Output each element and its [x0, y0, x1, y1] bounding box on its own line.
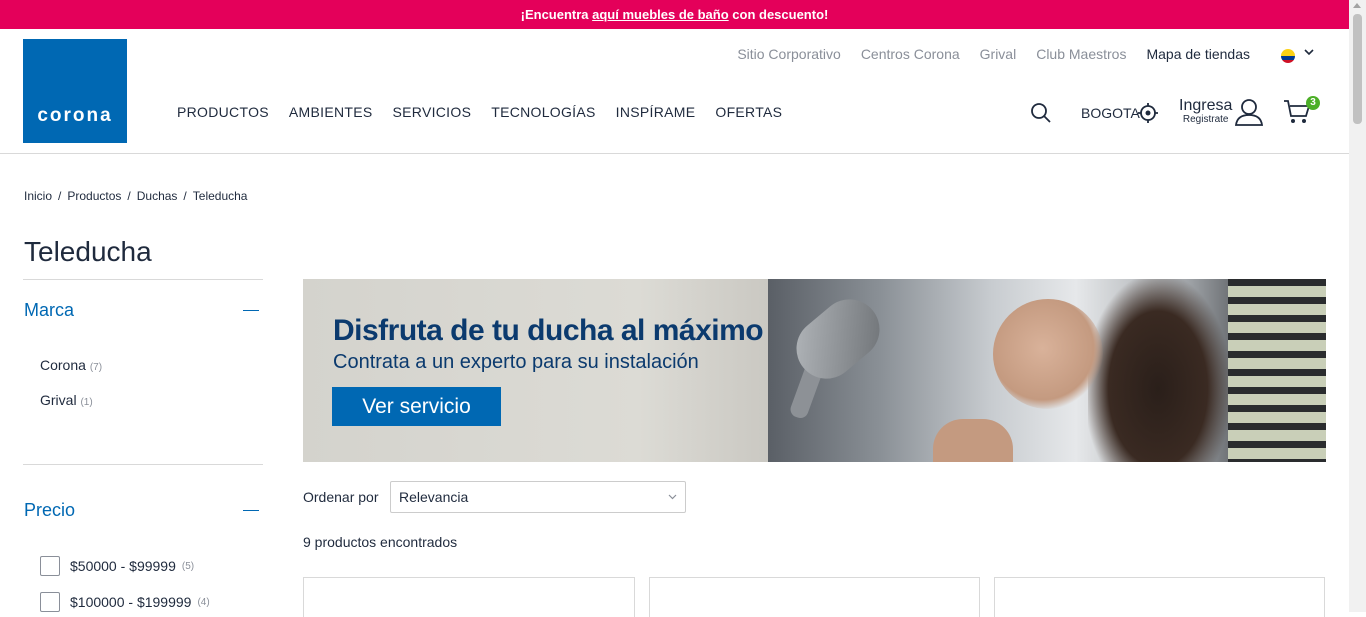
banner-subline: Contrata a un experto para su instalació… [333, 351, 699, 373]
divider [23, 279, 263, 280]
filter-price-option[interactable]: $50000 - $99999 (5) [40, 556, 194, 576]
nav-tecnologias[interactable]: TECNOLOGÍAS [491, 104, 595, 120]
chevron-down-icon [668, 482, 677, 525]
collapse-minus-icon[interactable] [243, 310, 259, 311]
site-header: corona Sitio Corporativo Centros Corona … [0, 29, 1349, 154]
chevron-down-icon[interactable] [1304, 47, 1314, 59]
promo-banner[interactable]: Disfruta de tu ducha al máximo Contrata … [303, 279, 1326, 462]
promo-bar: ¡Encuentra aquí muebles de baño con desc… [0, 0, 1349, 29]
breadcrumb-teleducha: Teleducha [192, 189, 248, 203]
sort-label: Ordenar por [303, 489, 379, 505]
product-card[interactable] [994, 577, 1325, 617]
breadcrumb: Inicio / Productos / Duchas / Teleducha [24, 189, 247, 203]
banner-headline: Disfruta de tu ducha al máximo [333, 314, 764, 347]
sort-value: Relevancia [399, 489, 469, 505]
login-label: Ingresa [1179, 97, 1233, 114]
breadcrumb-separator: / [127, 189, 131, 203]
top-links: Sitio Corporativo Centros Corona Grival … [737, 46, 1250, 62]
breadcrumb-duchas[interactable]: Duchas [137, 189, 178, 203]
cart-count-badge: 3 [1306, 96, 1320, 110]
breadcrumb-separator: / [183, 189, 187, 203]
promo-link[interactable]: aquí muebles de baño [592, 7, 729, 22]
city-selector[interactable]: BOGOTA [1081, 105, 1140, 121]
nav-productos[interactable]: PRODUCTOS [177, 104, 269, 120]
price-checkbox[interactable] [40, 556, 60, 576]
search-icon[interactable] [1030, 102, 1052, 129]
location-target-icon[interactable] [1137, 102, 1159, 129]
user-icon[interactable] [1234, 98, 1264, 131]
top-link-grival[interactable]: Grival [980, 46, 1017, 62]
corona-logo[interactable]: corona [23, 39, 127, 143]
main-nav: PRODUCTOS AMBIENTES SERVICIOS TECNOLOGÍA… [177, 104, 782, 120]
filter-price-option[interactable]: $100000 - $199999 (4) [40, 592, 210, 612]
sort-select[interactable]: Relevancia [390, 481, 686, 513]
filter-price-title[interactable]: Precio [24, 500, 75, 521]
page-scrollbar[interactable] [1349, 0, 1366, 612]
filter-brand-corona[interactable]: Corona (7) [40, 357, 102, 373]
breadcrumb-separator: / [58, 189, 62, 203]
nav-ambientes[interactable]: AMBIENTES [289, 104, 373, 120]
product-card[interactable] [649, 577, 980, 617]
top-link-centros[interactable]: Centros Corona [861, 46, 960, 62]
product-card[interactable] [303, 577, 635, 617]
price-checkbox[interactable] [40, 592, 60, 612]
breadcrumb-productos[interactable]: Productos [67, 189, 121, 203]
promo-suffix: con descuento! [728, 7, 829, 22]
collapse-minus-icon[interactable] [243, 510, 259, 511]
filter-brand-grival[interactable]: Grival (1) [40, 392, 93, 408]
breadcrumb-inicio[interactable]: Inicio [24, 189, 52, 203]
divider [23, 464, 263, 465]
nav-inspirame[interactable]: INSPÍRAME [616, 104, 696, 120]
filter-brand-title[interactable]: Marca [24, 300, 74, 321]
nav-ofertas[interactable]: OFERTAS [715, 104, 782, 120]
top-link-corporativo[interactable]: Sitio Corporativo [737, 46, 841, 62]
page-title: Teleducha [24, 236, 152, 267]
register-label: Registrate [1182, 114, 1229, 125]
ver-servicio-button[interactable]: Ver servicio [332, 387, 501, 426]
top-link-mapa[interactable]: Mapa de tiendas [1146, 46, 1250, 62]
nav-servicios[interactable]: SERVICIOS [393, 104, 472, 120]
results-count: 9 productos encontrados [303, 534, 458, 550]
promo-prefix: ¡Encuentra [520, 7, 593, 22]
colombia-flag-icon[interactable] [1281, 49, 1295, 63]
top-link-club[interactable]: Club Maestros [1036, 46, 1126, 62]
login-link[interactable]: Ingresa Registrate [1179, 97, 1232, 125]
